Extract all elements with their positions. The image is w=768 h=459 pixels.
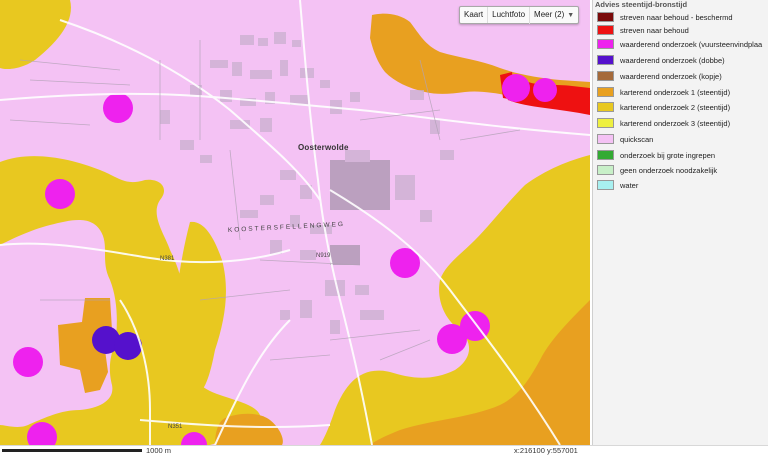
legend-label: karterend onderzoek 1 (steentijd) xyxy=(620,87,731,97)
legend-label: waarderend onderzoek (dobbe) xyxy=(620,55,725,65)
site-vuursteen-9 xyxy=(502,74,530,102)
legend-label: geen onderzoek noodzakelijk xyxy=(620,165,718,175)
legend-swatch xyxy=(597,134,614,144)
coordinates-readout: x:216100 y:557001 xyxy=(514,446,578,455)
legend-item: streven naar behoud - beschermd xyxy=(597,11,733,23)
legend-swatch xyxy=(597,102,614,112)
legend-label: karterend onderzoek 2 (steentijd) xyxy=(620,102,731,112)
legend-item: water xyxy=(597,179,638,191)
legend-item: streven naar behoud xyxy=(597,24,689,36)
legend-swatch xyxy=(597,118,614,128)
legend-swatch xyxy=(597,87,614,97)
map-canvas[interactable]: Oosterwolde KOOSTERSFELLENGWEG N381 N919… xyxy=(0,0,590,445)
map-type-more-dropdown[interactable]: Meer (2) ▼ xyxy=(529,6,578,24)
legend-swatch xyxy=(597,71,614,81)
legend-swatch xyxy=(597,12,614,22)
legend-swatch xyxy=(597,25,614,35)
legend-panel: Advies steentijd-bronstijd streven naar … xyxy=(592,0,768,445)
legend-item: waarderend onderzoek (kopje) xyxy=(597,70,722,82)
legend-swatch xyxy=(597,165,614,175)
road-label-n381: N381 xyxy=(160,256,175,262)
map-type-more-label: Meer (2) xyxy=(534,9,565,19)
legend-label: waarderend onderzoek (kopje) xyxy=(620,71,722,81)
place-label: Oosterwolde xyxy=(298,143,349,152)
legend-item: karterend onderzoek 1 (steentijd) xyxy=(597,86,730,98)
site-vuursteen-10 xyxy=(533,78,557,102)
site-vuursteen-2 xyxy=(45,179,75,209)
legend-label: streven naar behoud - beschermd xyxy=(620,12,733,22)
legend-label: waarderend onderzoek (vuursteenvindplaa xyxy=(620,39,763,49)
road-label-n351: N351 xyxy=(168,424,183,430)
scale-label: 1000 m xyxy=(146,446,172,455)
map-type-luchtfoto-button[interactable]: Luchtfoto xyxy=(487,7,529,23)
legend-item: geen onderzoek noodzakelijk xyxy=(597,164,717,176)
legend-swatch xyxy=(597,180,614,190)
legend-label: water xyxy=(620,180,639,190)
legend-swatch xyxy=(597,150,614,160)
road-label-n919: N919 xyxy=(316,253,331,259)
legend-item: waarderend onderzoek (vuursteenvindplaa xyxy=(597,38,762,50)
scale-bar xyxy=(2,449,142,452)
legend-label: quickscan xyxy=(620,134,654,144)
legend-item: karterend onderzoek 2 (steentijd) xyxy=(597,101,730,113)
legend-title: Advies steentijd-bronstijd xyxy=(595,0,688,9)
status-bar: 1000 m x:216100 y:557001 xyxy=(0,445,768,459)
legend-swatch xyxy=(597,39,614,49)
legend-swatch xyxy=(597,55,614,65)
chevron-down-icon: ▼ xyxy=(567,11,575,19)
legend-item: onderzoek bij grote ingrepen xyxy=(597,149,715,161)
map-viewport[interactable]: Oosterwolde KOOSTERSFELLENGWEG N381 N919… xyxy=(0,0,590,445)
site-vuursteen-6 xyxy=(13,347,43,377)
map-type-kaart-button[interactable]: Kaart xyxy=(460,7,487,23)
legend-label: karterend onderzoek 3 (steentijd) xyxy=(620,118,731,128)
site-vuursteen-1 xyxy=(103,93,133,123)
legend-item: waarderend onderzoek (dobbe) xyxy=(597,54,725,66)
legend-item: karterend onderzoek 3 (steentijd) xyxy=(597,117,730,129)
legend-label: onderzoek bij grote ingrepen xyxy=(620,150,716,160)
legend-label: streven naar behoud xyxy=(620,25,689,35)
legend-item: quickscan xyxy=(597,133,653,145)
map-type-control: Kaart Luchtfoto Meer (2) ▼ xyxy=(459,6,580,24)
